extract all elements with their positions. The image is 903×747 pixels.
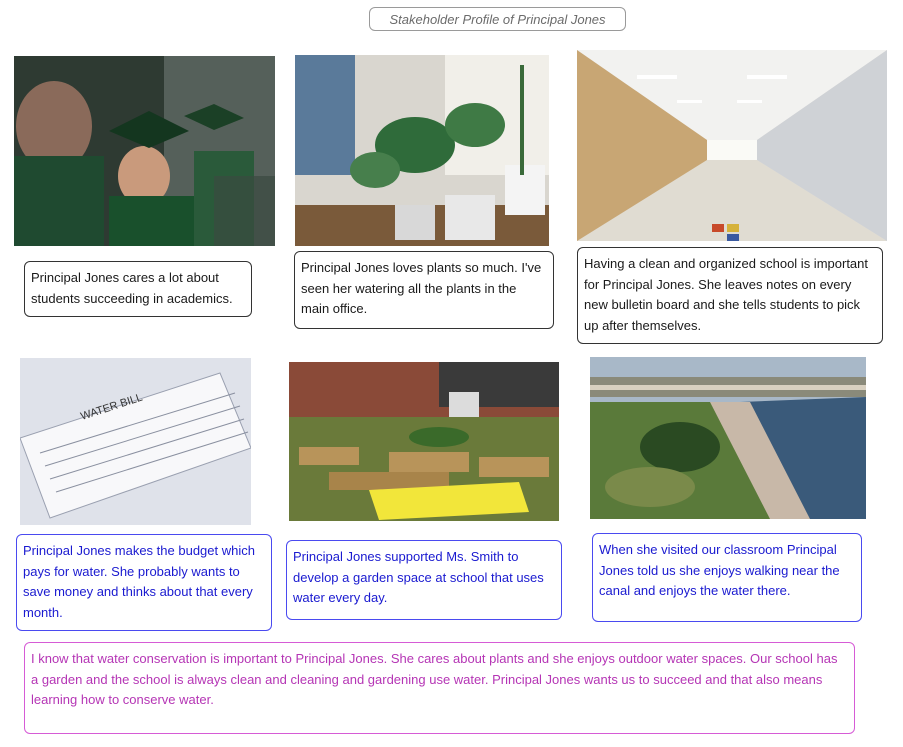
- water-bill-photo: WATER BILL: [20, 358, 251, 525]
- card-budget: Principal Jones makes the budget which p…: [16, 534, 272, 631]
- card-plants: Principal Jones loves plants so much. I'…: [294, 251, 554, 329]
- card-clean: Having a clean and organized school is i…: [577, 247, 883, 344]
- card-garden: Principal Jones supported Ms. Smith to d…: [286, 540, 562, 620]
- canal-waterfront-photo: [590, 357, 866, 519]
- card-canal: When she visited our classroom Principal…: [592, 533, 862, 622]
- page-title: Stakeholder Profile of Principal Jones: [369, 7, 626, 31]
- school-garden-photo: [289, 362, 559, 521]
- school-hallway-photo: [577, 50, 887, 241]
- card-academics: Principal Jones cares a lot about studen…: [24, 261, 252, 317]
- summary-card: I know that water conservation is import…: [24, 642, 855, 734]
- graduation-photo: [14, 56, 275, 246]
- watering-plants-photo: [295, 55, 549, 246]
